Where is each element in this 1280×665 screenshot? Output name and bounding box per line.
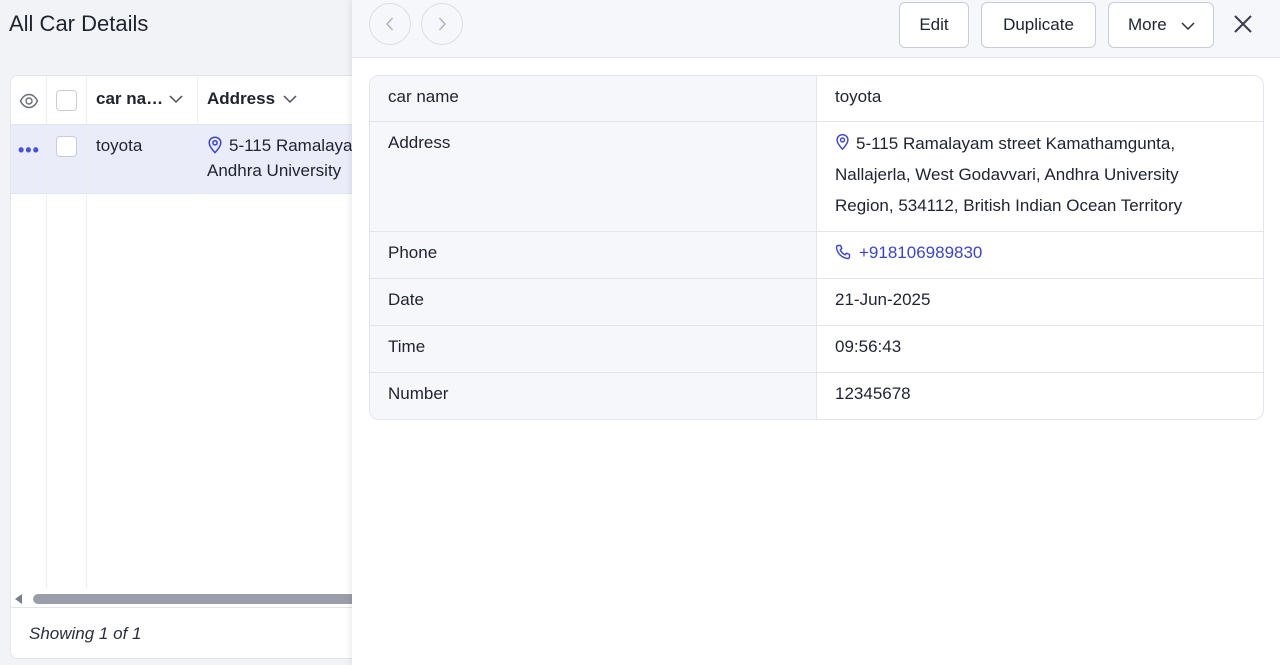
detail-fields-table: car name toyota Address 5-115 Ramalayam … <box>369 75 1264 420</box>
chevron-down-icon[interactable] <box>282 94 298 104</box>
list-header: All Car Details <box>0 0 352 56</box>
panel-toolbar: Edit Duplicate More <box>352 0 1280 58</box>
table-header: car na… Address <box>11 76 352 125</box>
chevron-down-icon <box>1181 22 1195 31</box>
table-footer: Showing 1 of 1 <box>11 607 352 658</box>
chevron-left-icon <box>385 17 394 31</box>
field-label-cell: Phone <box>370 232 817 278</box>
record-count: Showing 1 of 1 <box>29 624 142 643</box>
more-dots-icon[interactable]: ••• <box>18 140 40 161</box>
column-divider <box>197 76 198 124</box>
previous-record-button[interactable] <box>369 3 411 45</box>
records-table: car na… Address ••• toyota 5-115 Ramalay… <box>10 75 352 659</box>
more-button[interactable]: More <box>1108 2 1214 48</box>
field-row-address: Address 5-115 Ramalayam street Kamathamg… <box>370 122 1263 232</box>
field-row-date: Date 21-Jun-2025 <box>370 279 1263 326</box>
duplicate-button[interactable]: Duplicate <box>981 2 1096 48</box>
field-label: Phone <box>388 243 438 262</box>
column-divider <box>46 76 47 124</box>
column-divider <box>86 125 87 193</box>
next-record-button[interactable] <box>421 3 463 45</box>
field-value: 21-Jun-2025 <box>835 290 931 309</box>
field-value: toyota <box>835 87 882 106</box>
address-line-text: 5-115 Ramalayam street Kamathamgunta, <box>856 134 1176 153</box>
field-label: Number <box>388 384 449 403</box>
column-divider <box>46 194 47 588</box>
field-value: 09:56:43 <box>835 337 902 356</box>
field-value: 12345678 <box>835 384 911 403</box>
chevron-down-icon[interactable] <box>168 94 184 104</box>
address-line: Nallajerla, West Godavvari, Andhra Unive… <box>835 165 1179 184</box>
scroll-left-arrow-icon[interactable] <box>15 594 22 604</box>
more-button-label: More <box>1128 15 1167 34</box>
field-label-cell: Time <box>370 326 817 372</box>
table-row[interactable]: ••• toyota 5-115 Ramalaya Andhra Univers… <box>11 125 352 194</box>
field-row-time: Time 09:56:43 <box>370 326 1263 373</box>
field-row-number: Number 12345678 <box>370 373 1263 419</box>
cell-address-line2: Andhra University <box>207 161 342 180</box>
field-row-phone: Phone +918106989830 <box>370 232 1263 279</box>
field-label-cell: Date <box>370 279 817 325</box>
page-title: All Car Details <box>9 11 149 36</box>
field-label-cell: Number <box>370 373 817 419</box>
column-divider <box>86 194 87 588</box>
eye-icon[interactable] <box>19 91 39 111</box>
address-line: 5-115 Ramalayam street Kamathamgunta, <box>835 128 1235 159</box>
phone-icon <box>835 244 851 260</box>
select-all-checkbox[interactable] <box>56 90 77 111</box>
column-header-car-name[interactable]: car na… <box>96 89 163 109</box>
close-icon[interactable] <box>1232 13 1254 35</box>
cell-address-line1: 5-115 Ramalaya <box>229 136 352 155</box>
column-divider <box>46 125 47 193</box>
field-label: Time <box>388 337 426 356</box>
location-pin-icon <box>836 133 849 151</box>
column-header-address[interactable]: Address <box>207 89 275 109</box>
field-label-cell: car name <box>370 76 817 121</box>
phone-link[interactable]: +918106989830 <box>835 243 982 263</box>
row-checkbox[interactable] <box>56 136 77 157</box>
cell-car-name: toyota <box>96 136 143 155</box>
field-label: Date <box>388 290 424 309</box>
chevron-right-icon <box>438 17 447 31</box>
edit-button[interactable]: Edit <box>899 2 969 48</box>
field-label-cell: Address <box>370 122 817 231</box>
field-row-car-name: car name toyota <box>370 76 1263 122</box>
phone-number: +918106989830 <box>859 243 983 262</box>
horizontal-scrollbar[interactable] <box>11 592 352 606</box>
field-label: Address <box>388 133 451 152</box>
record-detail-panel: Edit Duplicate More car name toyota Addr… <box>352 0 1280 665</box>
column-divider <box>86 76 87 124</box>
address-line: Region, 534112, British Indian Ocean Ter… <box>835 196 1183 215</box>
address-value[interactable]: 5-115 Ramalayam street Kamathamgunta, Na… <box>835 128 1235 221</box>
location-pin-icon <box>208 136 222 154</box>
field-label: car name <box>388 87 459 106</box>
scrollbar-thumb[interactable] <box>33 594 352 604</box>
column-divider <box>197 125 198 193</box>
